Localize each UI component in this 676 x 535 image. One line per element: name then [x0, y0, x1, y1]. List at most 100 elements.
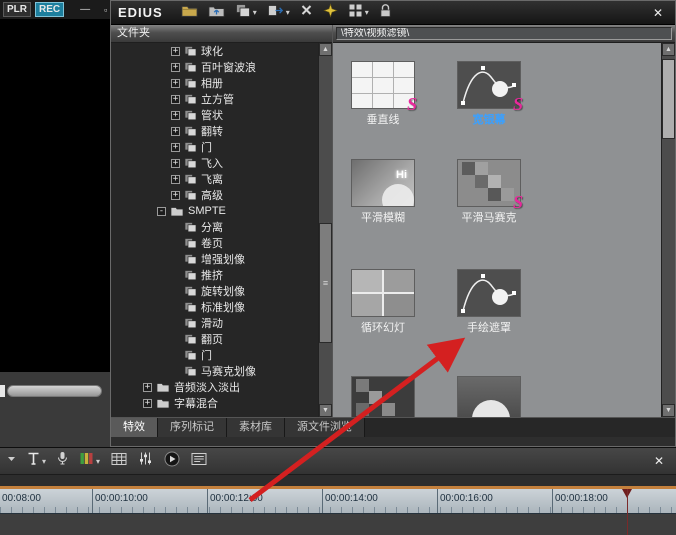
tree-item[interactable]: 马赛克划像	[111, 363, 318, 379]
tree-item[interactable]: 分离	[111, 219, 318, 235]
table-view-button[interactable]	[111, 452, 127, 470]
effects-scroll-down-icon[interactable]: ▼	[662, 404, 675, 417]
timeline-ruler[interactable]: 00:08:0000:00:10:0000:00:12:0000:00:14:0…	[0, 489, 676, 513]
palette-tab[interactable]: 特效	[111, 418, 158, 437]
tree-scroll-down-icon[interactable]: ▼	[319, 404, 332, 417]
view-mode-icon	[348, 3, 363, 23]
delete-button[interactable]	[300, 4, 313, 22]
text-tool-button[interactable]: ▾	[27, 452, 46, 470]
tree-item[interactable]: +立方管	[111, 91, 318, 107]
tree-item[interactable]: +字幕混合	[111, 395, 318, 411]
effects-scrollbar[interactable]: ▲ ▼	[661, 43, 675, 417]
dropdown-caret-icon[interactable]: ▾	[286, 8, 290, 17]
tree-item[interactable]: 门	[111, 347, 318, 363]
effect-item[interactable]: S垂直线	[333, 61, 433, 127]
tree-item[interactable]: +音频淡入淡出	[111, 379, 318, 395]
tree-item[interactable]: 标准划像	[111, 299, 318, 315]
tree-item[interactable]: 推挤	[111, 267, 318, 283]
export-button[interactable]: ▾	[267, 4, 290, 22]
tree-item[interactable]: 增强划像	[111, 251, 318, 267]
play-button[interactable]	[164, 452, 180, 470]
tree-scrollbar[interactable]: ▲ ≡ ▼	[318, 43, 332, 417]
playhead-line[interactable]	[627, 489, 628, 535]
effect-thumbnail[interactable]	[457, 376, 521, 417]
tree-item[interactable]: 旋转划像	[111, 283, 318, 299]
effect-thumbnail[interactable]: S	[457, 159, 521, 207]
tree-item[interactable]: -SMPTE	[111, 203, 318, 219]
expand-icon[interactable]: +	[171, 143, 180, 152]
expand-icon[interactable]: +	[171, 111, 180, 120]
effect-thumbnail[interactable]: S	[351, 61, 415, 109]
tree-item[interactable]: +翻转	[111, 123, 318, 139]
expand-icon[interactable]: +	[143, 383, 152, 392]
tree-item[interactable]: +飞入	[111, 155, 318, 171]
microphone-button[interactable]	[57, 452, 68, 470]
effect-item[interactable]: S 宽银幕	[439, 61, 539, 127]
expand-icon[interactable]: +	[171, 127, 180, 136]
effect-item[interactable]	[439, 376, 539, 417]
expand-icon[interactable]: +	[171, 79, 180, 88]
effect-thumbnail[interactable]: S	[457, 61, 521, 109]
timeline-close-button[interactable]: ✕	[649, 454, 669, 468]
track-dropdown-button[interactable]	[7, 452, 16, 470]
expand-icon[interactable]: +	[143, 399, 152, 408]
tree-item[interactable]: 卷页	[111, 235, 318, 251]
effect-item[interactable]: 手绘遮罩	[439, 269, 539, 335]
lock-button[interactable]	[379, 4, 392, 22]
duplicate-button[interactable]: ▾	[235, 4, 257, 22]
effect-label: 宽银幕	[439, 111, 539, 127]
tree-item[interactable]: +高级	[111, 187, 318, 203]
tree-item[interactable]: +管状	[111, 107, 318, 123]
expand-icon[interactable]: +	[171, 63, 180, 72]
effect-thumbnail[interactable]	[457, 269, 521, 317]
tree-item[interactable]: 翻页	[111, 331, 318, 347]
rec-button[interactable]: REC	[35, 2, 64, 17]
expand-icon[interactable]: +	[171, 47, 180, 56]
palette-tab[interactable]: 序列标记	[158, 418, 227, 437]
effects-scrollbar-thumb[interactable]	[662, 59, 675, 139]
panel-button[interactable]	[191, 452, 207, 470]
faders-button[interactable]	[138, 452, 153, 470]
player-restore-button[interactable]: ▫	[104, 5, 107, 15]
tree-item[interactable]: +球化	[111, 43, 318, 59]
expand-icon[interactable]: +	[171, 191, 180, 200]
effect-item[interactable]: S平滑马赛克	[439, 159, 539, 225]
play-icon	[164, 451, 180, 472]
tree-item[interactable]: +飞离	[111, 171, 318, 187]
folder-pane-header: 文件夹	[111, 25, 332, 43]
expand-icon[interactable]: +	[171, 95, 180, 104]
open-folder-button[interactable]	[181, 4, 198, 22]
collapse-icon[interactable]: -	[157, 207, 166, 216]
timeline-tracks-area[interactable]	[0, 513, 676, 535]
palette-tab[interactable]: 源文件浏览	[285, 418, 365, 437]
tree-scrollbar-thumb[interactable]: ≡	[319, 223, 332, 343]
palette-tab[interactable]: 素材库	[227, 418, 285, 437]
effect-item[interactable]: Hi平滑模糊	[333, 159, 433, 225]
tree-scroll-up-icon[interactable]: ▲	[319, 43, 332, 56]
player-progress-bar[interactable]	[7, 385, 102, 397]
view-mode-button[interactable]: ▾	[348, 4, 369, 22]
effect-thumbnail[interactable]: Hi	[351, 159, 415, 207]
new-effect-button[interactable]	[323, 4, 338, 22]
effect-item[interactable]	[333, 376, 433, 417]
tree-item[interactable]: +相册	[111, 75, 318, 91]
breadcrumb[interactable]: \特效\视频滤镜\	[336, 27, 672, 40]
effect-thumbnail[interactable]	[351, 376, 415, 417]
dropdown-caret-icon[interactable]: ▾	[42, 457, 46, 466]
dropdown-caret-icon[interactable]: ▾	[96, 457, 100, 466]
palette-close-button[interactable]: ✕	[648, 6, 668, 20]
folder-up-button[interactable]	[208, 4, 225, 22]
expand-icon[interactable]: +	[171, 175, 180, 184]
plr-button[interactable]: PLR	[3, 2, 31, 17]
tree-item[interactable]: +门	[111, 139, 318, 155]
tree-item[interactable]: 滑动	[111, 315, 318, 331]
dropdown-caret-icon[interactable]: ▾	[365, 8, 369, 17]
effects-scroll-up-icon[interactable]: ▲	[662, 43, 675, 56]
expand-icon[interactable]: +	[171, 159, 180, 168]
effect-item[interactable]: 循环幻灯	[333, 269, 433, 335]
player-minimize-button[interactable]: —	[80, 6, 90, 14]
audio-mixer-button[interactable]: ▾	[79, 452, 100, 470]
effect-thumbnail[interactable]	[351, 269, 415, 317]
tree-item[interactable]: +百叶窗波浪	[111, 59, 318, 75]
dropdown-caret-icon[interactable]: ▾	[253, 8, 257, 17]
